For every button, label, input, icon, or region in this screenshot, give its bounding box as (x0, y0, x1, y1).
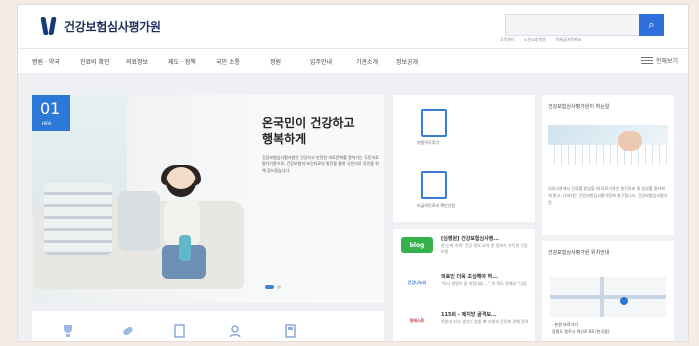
service-label-fee[interactable]: 비급여진료비 확인신청 (417, 203, 455, 209)
person-search-icon[interactable] (228, 323, 244, 339)
top-link-drug-list[interactable]: 약제급여목록표 (555, 37, 581, 42)
map-address: · 본원 바로가기 강원도 원주시 혁신로 60 (반곡동) (552, 321, 609, 335)
search-button[interactable]: ⌕ (639, 14, 664, 36)
site-logo[interactable]: 건강보험심사평가원 (40, 17, 161, 35)
all-menu-button[interactable]: 전체보기 (640, 56, 678, 65)
quick-icons-bar (32, 311, 384, 341)
list-item[interactable]: 건강나누리 의료인 더욱 조심해야 하... "의사 설명이 좀 어렵네요 ..… (393, 267, 535, 303)
hero-banner[interactable]: 01 HIRA 온국민이 건강하고 행복하게 건강보험심사평가원은 건강하고 안… (32, 95, 384, 303)
all-menu-label: 전체보기 (655, 58, 678, 65)
nav-item-garden[interactable]: 정원 (270, 57, 281, 66)
hospital-search-icon[interactable] (421, 109, 447, 137)
service-label-hospital[interactable]: 병원약국찾기 (417, 140, 439, 146)
hero-title-line2: 행복하게 (262, 132, 307, 146)
list-item[interactable]: 팟캐스트 115회 - 제지방 골격보... 지방과 지지 생기는 방송 뼈 조… (393, 305, 535, 341)
site-header: 건강보험심사평가원 ⌕ 고객센터 노인요양병원 약제급여목록표 (18, 5, 688, 45)
pill-icon[interactable] (120, 323, 136, 339)
trophy-icon[interactable] (60, 323, 76, 339)
top-link-customer[interactable]: 고객센터 (500, 37, 515, 42)
intro-image (548, 125, 668, 165)
nav-item-disclosure[interactable]: 정보공개 (396, 57, 418, 66)
hero-title: 온국민이 건강하고 행복하게 (262, 115, 382, 147)
service-shortcuts: 병원약국찾기 비급여진료비 확인신청 (393, 95, 535, 222)
intro-card-desc: 의료기관에서 진료를 받았을 때 의료기관은 총진료비 중 일부를 환자에게 받… (548, 186, 668, 205)
main-navigation: 병원 · 약국 진료비 확인 의료정보 제도 · 정책 국민 소통 정원 입주안… (18, 48, 688, 74)
document-icon[interactable] (172, 323, 188, 339)
slide-indicator[interactable] (265, 285, 281, 289)
nav-item-communication[interactable]: 국민 소통 (216, 57, 240, 66)
search-icon: ⌕ (648, 18, 655, 31)
news-desc: 지방과 지지 생기는 방송 뼈 조향과 운동에 관해 알려 (441, 319, 529, 324)
receipt-check-icon[interactable] (421, 171, 447, 199)
news-desc: "의사 설명이 좀 어렵네요 ..." 목 적도 편해요 "다음 (441, 281, 527, 286)
top-links: 고객센터 노인요양병원 약제급여목록표 (500, 37, 589, 43)
logo-text: 건강보험심사평가원 (64, 19, 161, 34)
slide-badge-sub: HIRA (42, 121, 52, 126)
main-content: 01 HIRA 온국민이 건강하고 행복하게 건강보험심사평가원은 건강하고 안… (18, 73, 688, 341)
nav-item-medical-info[interactable]: 의료정보 (126, 57, 148, 66)
nav-item-move-in[interactable]: 입주안내 (310, 57, 332, 66)
calculator-icon[interactable] (282, 323, 298, 339)
intro-card-title: 건강보험심사평가원이 하는일 (548, 104, 610, 110)
nav-item-policy[interactable]: 제도 · 정책 (168, 57, 196, 66)
nav-item-hospital[interactable]: 병원 · 약국 (32, 57, 60, 66)
active-dot[interactable] (265, 285, 275, 289)
map-pin-icon (620, 297, 628, 305)
blog-logo-icon: blog (401, 237, 433, 253)
nav-item-about[interactable]: 기관소개 (356, 57, 378, 66)
inactive-dot[interactable] (277, 285, 281, 289)
news-title[interactable]: 115회 - 제지방 골격보... (441, 311, 529, 318)
browser-page: 건강보험심사평가원 ⌕ 고객센터 노인요양병원 약제급여목록표 병원 · 약국 … (18, 5, 688, 341)
slide-number: 01 (40, 99, 61, 118)
hero-description: 건강보험심사평가원은 건강하고 안전한 의료문화를 열어가는 국민의료평가기관으… (262, 155, 379, 173)
hero-title-line1: 온국민이 건강하고 (262, 116, 355, 130)
search-input[interactable] (505, 14, 641, 36)
logo-mark-icon (40, 17, 58, 35)
news-list: blog [심평원] 건강보험심사평... 한 눈에 쏙쏙! 건강 정보 요약 … (393, 229, 535, 341)
map-card[interactable]: 건강보험심사평가원 위치안내 · 본원 바로가기 강원도 원주시 혁신로 60 … (542, 241, 674, 341)
slide-number-badge: 01 HIRA (32, 95, 70, 131)
podcast-logo-icon: 팟캐스트 (409, 318, 425, 323)
hamburger-icon (640, 56, 653, 65)
map-address-line: 강원도 원주시 혁신로 60 (반곡동) (552, 329, 610, 334)
list-item[interactable]: blog [심평원] 건강보험심사평... 한 눈에 쏙쏙! 건강 정보 요약 … (393, 229, 535, 265)
map-link[interactable]: · 본원 바로가기 (552, 321, 609, 328)
news-title[interactable]: 의료인 더욱 조심해야 하... (441, 273, 529, 280)
news-desc: 한 눈에 쏙쏙! 건강 정보 요약 한 정보가 가득한 건강보험 (441, 243, 528, 254)
health-logo-icon: 건강나누리 (407, 280, 427, 285)
location-map[interactable] (550, 277, 666, 317)
map-card-title: 건강보험심사평가원 위치안내 (548, 250, 610, 256)
nav-item-fee-check[interactable]: 진료비 확인 (80, 57, 110, 66)
news-title[interactable]: [심평원] 건강보험심사평... (441, 235, 529, 242)
top-link-nursing[interactable]: 노인요양병원 (524, 37, 546, 42)
intro-card[interactable]: 건강보험심사평가원이 하는일 의료기관에서 진료를 받았을 때 의료기관은 총진… (542, 95, 674, 235)
